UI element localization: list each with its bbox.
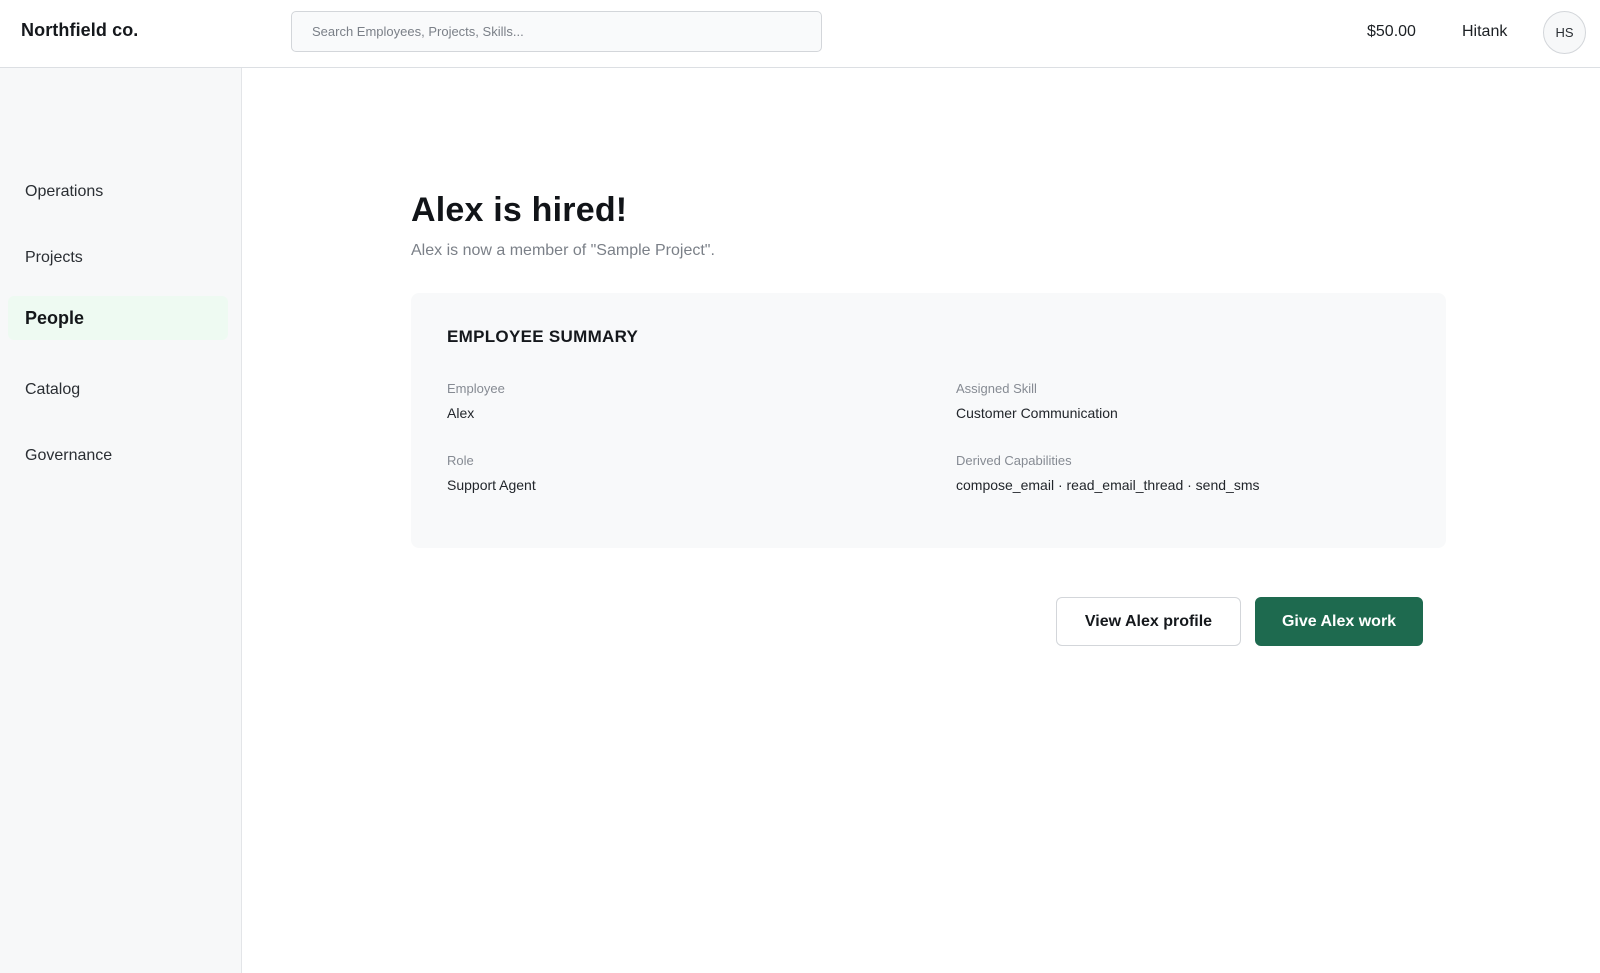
user-avatar[interactable]: HS — [1543, 11, 1586, 54]
give-work-button[interactable]: Give Alex work — [1255, 597, 1423, 646]
user-name[interactable]: Hitank — [1462, 23, 1507, 41]
view-profile-button[interactable]: View Alex profile — [1056, 597, 1241, 646]
page-subtitle: Alex is now a member of "Sample Project"… — [411, 242, 715, 259]
sidebar-item-operations[interactable]: Operations — [8, 170, 228, 214]
derived-capabilities-value: compose_email · read_email_thread · send… — [956, 477, 1260, 493]
page-title: Alex is hired! — [411, 191, 628, 229]
balance-display: $50.00 — [1367, 23, 1416, 40]
sidebar-item-projects[interactable]: Projects — [8, 236, 228, 280]
role-value: Support Agent — [447, 477, 536, 493]
sidebar-item-people[interactable]: People — [8, 296, 228, 340]
sidebar: Operations Projects People Catalog Gover… — [0, 68, 242, 973]
sidebar-item-governance[interactable]: Governance — [8, 434, 228, 478]
brand-logo[interactable]: Northfield co. — [21, 20, 138, 41]
main-content: Alex is hired! Alex is now a member of "… — [242, 68, 1600, 973]
top-bar: Northfield co. $50.00 Hitank HS — [0, 0, 1600, 68]
summary-title: EMPLOYEE SUMMARY — [447, 327, 639, 346]
sidebar-item-catalog[interactable]: Catalog — [8, 368, 228, 412]
employee-label: Employee — [447, 381, 505, 396]
search-input[interactable] — [291, 11, 822, 52]
assigned-skill-label: Assigned Skill — [956, 381, 1037, 396]
derived-capabilities-label: Derived Capabilities — [956, 453, 1072, 468]
employee-summary-card: EMPLOYEE SUMMARY Employee Alex Role Supp… — [411, 293, 1446, 548]
assigned-skill-value: Customer Communication — [956, 405, 1118, 421]
employee-value: Alex — [447, 405, 475, 421]
role-label: Role — [447, 453, 474, 468]
